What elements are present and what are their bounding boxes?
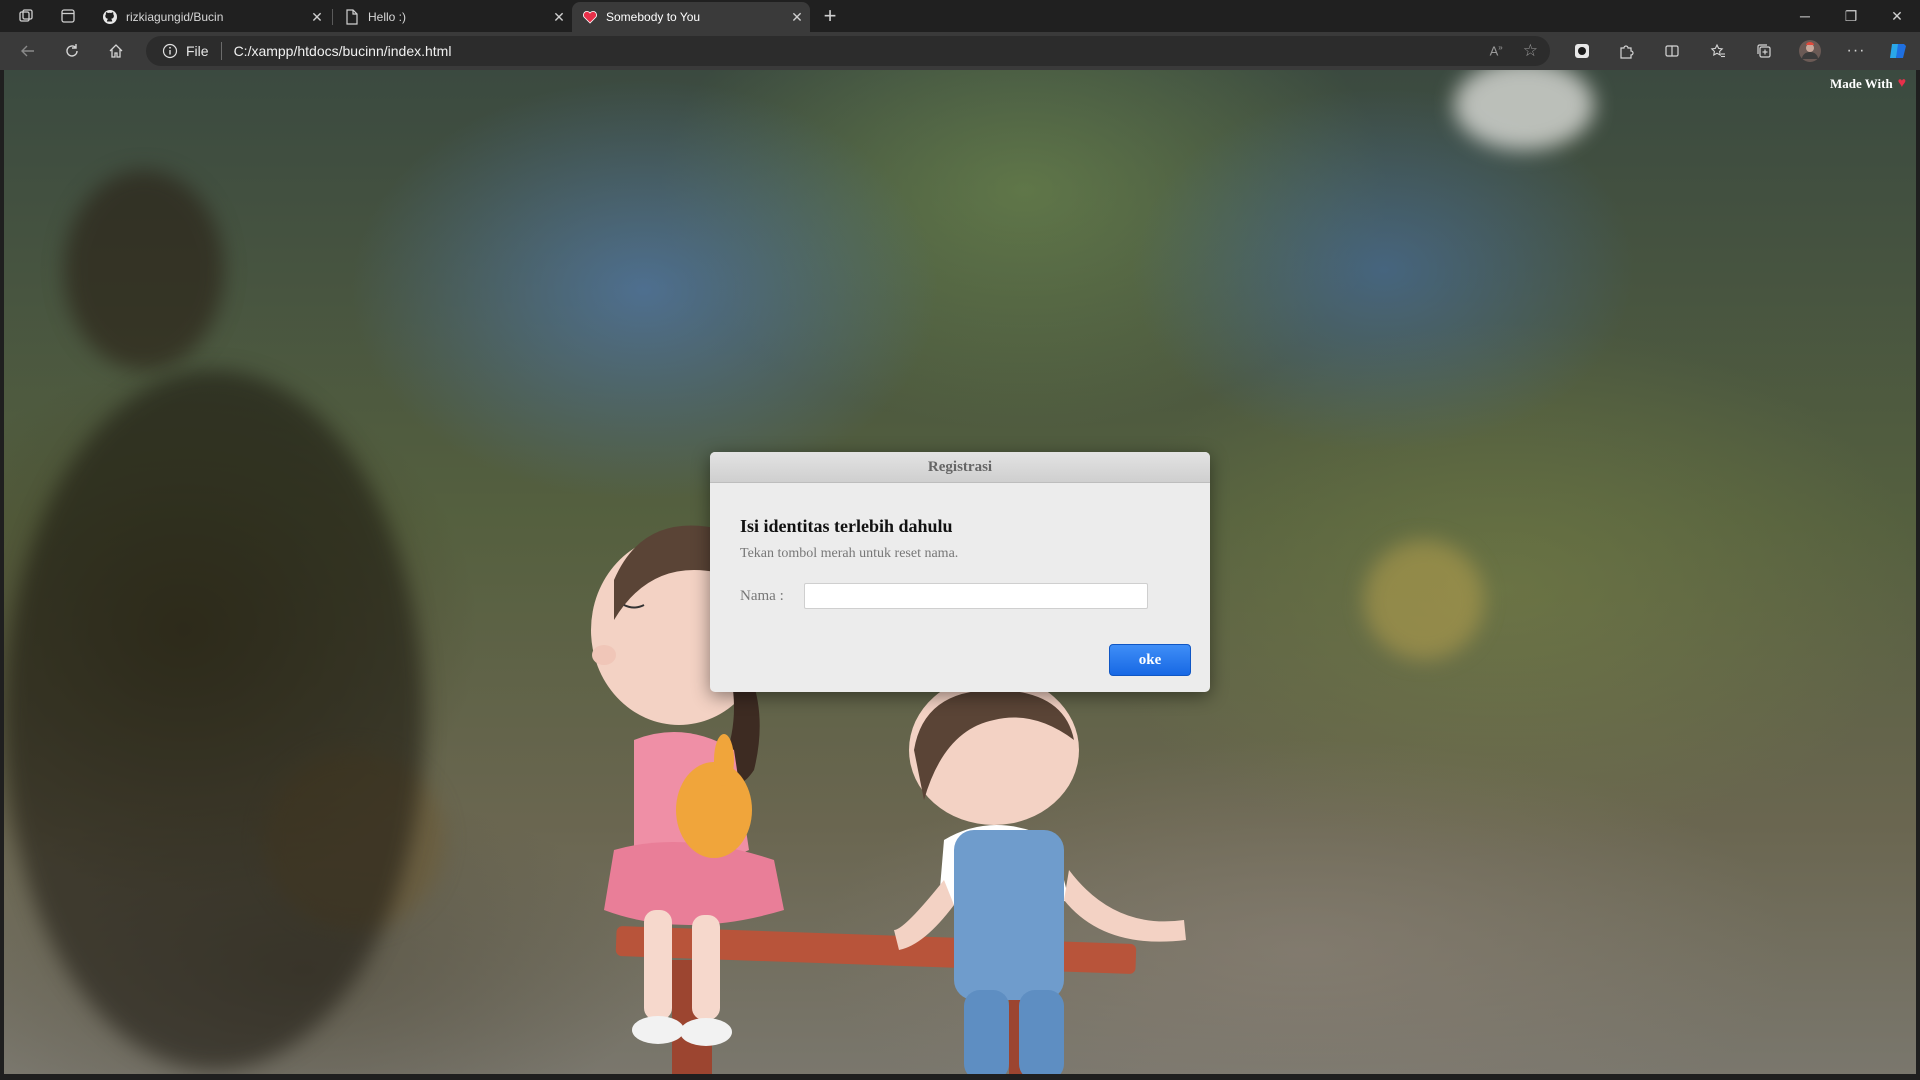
bokeh-light (1454, 70, 1594, 150)
dialog-title: Isi identitas terlebih dahulu (740, 516, 953, 536)
split-screen-icon[interactable] (1656, 35, 1688, 67)
restore-icon[interactable]: ❐ (1828, 0, 1874, 32)
tab-github[interactable]: rizkiagungid/Bucin ✕ (92, 2, 330, 32)
tab-label: rizkiagungid/Bucin (126, 10, 224, 24)
made-with-credit: Made With ♥ (1830, 76, 1906, 92)
made-with-label: Made With (1829, 76, 1893, 91)
close-icon[interactable]: ✕ (784, 9, 810, 26)
dialog-header: Registrasi (710, 452, 1210, 483)
tab-actions-icon[interactable] (48, 0, 88, 32)
heart-icon (582, 9, 598, 25)
read-aloud-icon[interactable]: A» (1490, 43, 1503, 58)
name-input[interactable] (804, 583, 1148, 609)
new-tab-button[interactable]: + (815, 2, 845, 30)
minimize-icon[interactable]: ─ (1782, 0, 1828, 32)
workspaces-icon[interactable] (6, 0, 46, 32)
info-icon (162, 43, 178, 59)
site-info-button[interactable]: File (162, 43, 209, 59)
extension-icon[interactable] (1566, 35, 1598, 67)
back-icon[interactable] (12, 35, 44, 67)
url-text[interactable]: C:/xampp/htdocs/bucinn/index.html (234, 43, 452, 59)
github-icon (102, 9, 118, 25)
favorites-icon[interactable] (1702, 35, 1734, 67)
heart-icon: ♥ (1897, 76, 1906, 91)
ok-button[interactable]: oke (1109, 644, 1191, 676)
site-info-label: File (186, 43, 209, 59)
address-divider (220, 42, 222, 60)
bokeh-dark (64, 170, 224, 370)
tab-strip: rizkiagungid/Bucin ✕ Hello :) ✕ Somebody… (0, 0, 1920, 32)
boy-figurine (894, 690, 1186, 1074)
avatar[interactable] (1794, 35, 1826, 67)
tab-divider (332, 9, 333, 25)
extensions-puzzle-icon[interactable] (1610, 35, 1642, 67)
tab-somebody-to-you[interactable]: Somebody to You ✕ (572, 2, 810, 32)
refresh-icon[interactable] (56, 35, 88, 67)
page-icon (344, 9, 360, 25)
browser-toolbar: File C:/xampp/htdocs/bucinn/index.html A… (0, 32, 1920, 70)
collections-icon[interactable] (1748, 35, 1780, 67)
registration-dialog: Registrasi Isi identitas terlebih dahulu… (710, 452, 1210, 692)
close-icon[interactable]: ✕ (546, 9, 572, 26)
bokeh-dark (4, 370, 424, 1070)
close-icon[interactable]: ✕ (304, 9, 330, 26)
name-label: Nama : (740, 588, 784, 604)
close-window-icon[interactable]: ✕ (1874, 0, 1920, 32)
tab-label: Somebody to You (606, 10, 701, 24)
tab-label: Hello :) (368, 10, 407, 24)
favorite-star-icon[interactable]: ☆ (1523, 41, 1538, 61)
copilot-icon[interactable] (1882, 35, 1914, 67)
more-icon[interactable]: ··· (1840, 35, 1872, 67)
home-icon[interactable] (100, 35, 132, 67)
tab-hello[interactable]: Hello :) ✕ (334, 2, 572, 32)
address-bar[interactable]: File C:/xampp/htdocs/bucinn/index.html A… (146, 36, 1550, 66)
dialog-subtitle: Tekan tombol merah untuk reset nama. (740, 546, 959, 561)
bokeh-light (1364, 540, 1484, 660)
